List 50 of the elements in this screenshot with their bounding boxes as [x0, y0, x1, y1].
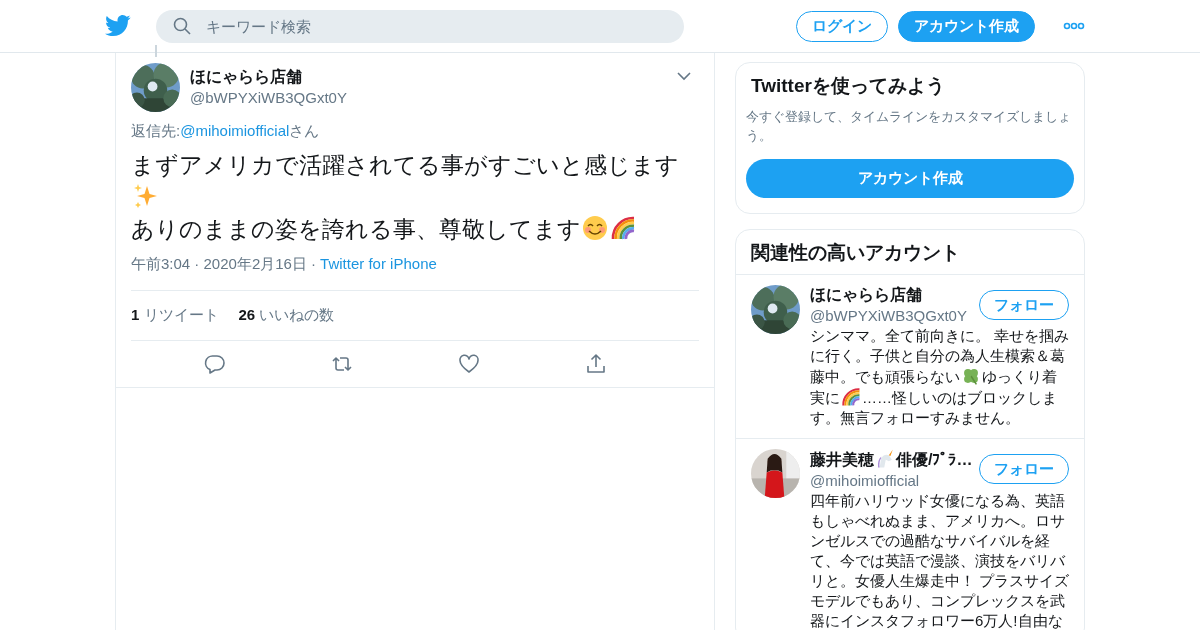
account-bio: 四年前ハリウッド女優になる為、英語: [810, 492, 1065, 509]
mention-link[interactable]: @mihoimiofficial: [180, 122, 290, 141]
clover-icon: [961, 366, 981, 386]
card-title: 関連性の高いアカウント: [736, 230, 1084, 275]
reply-label: 返信先:: [131, 122, 181, 141]
card-title: Twitterを使ってみよう: [750, 74, 946, 98]
signup-button[interactable]: アカウント作成: [898, 10, 1035, 42]
account-name: ほにゃらら店舗: [810, 286, 922, 303]
account-bio: 器にインスタフォロワー6万人!自由な: [810, 612, 1063, 629]
card-text: 今すぐ登録して、タイムラインをカスタマイズしましょう。: [746, 108, 1072, 145]
follow-button[interactable]: フォロー: [979, 290, 1069, 320]
account-name: 藤井美穂: [810, 451, 874, 468]
follow-button[interactable]: フォロー: [979, 454, 1069, 484]
account-bio: す。無言フォローすみません。: [810, 409, 1020, 426]
author-name[interactable]: ほにゃらら店舗: [190, 67, 347, 88]
account-name: 俳優/ﾌﾟﾗ…: [896, 451, 973, 468]
share-icon[interactable]: [584, 353, 607, 375]
account-bio: ……怪しいのはブロックしま: [862, 389, 1057, 406]
tweet-text: まずアメリカで活躍されてる事がすごいと感じます: [131, 152, 679, 178]
account-bio: 藤中。でも頑張らない: [810, 368, 960, 385]
reply-suffix: さん: [289, 122, 320, 141]
account-bio: に行く。子供と自分の為人生模索＆葛: [810, 347, 1065, 364]
search-field[interactable]: キーワード検索: [156, 9, 684, 43]
account-handle[interactable]: @mihoimiofficial: [810, 472, 979, 489]
account-handle[interactable]: @bWPYXiWB3QGxt0Y: [810, 307, 979, 324]
source-link[interactable]: Twitter for iPhone: [320, 255, 437, 274]
account-bio: リと。女優人生爆走中！ プラスサイズ: [810, 572, 1070, 589]
account-bio: 実に: [810, 389, 840, 406]
bird-logo-icon[interactable]: [105, 15, 131, 37]
tweet-text: ありのままの姿を誇れる事、尊敬してます: [131, 216, 581, 242]
signup-button[interactable]: アカウント作成: [746, 159, 1074, 198]
chevron-down-icon[interactable]: [677, 71, 691, 81]
account-bio: シンママ。全て前向きに。 幸せを掴み: [810, 327, 1070, 344]
smiling-face-icon: [582, 215, 608, 241]
account-bio: もしゃべれぬまま、アメリカへ。ロサ: [810, 512, 1065, 529]
account-bio: て、今では英語で漫談、演技をバリバ: [810, 552, 1065, 569]
account-bio: モデルでもあり、コンプレックスを武: [810, 592, 1065, 609]
retweet-count[interactable]: 1 リツイート: [131, 306, 219, 325]
like-count[interactable]: 26 いいねの数: [238, 306, 335, 325]
heart-icon[interactable]: [457, 353, 480, 375]
more-icon[interactable]: [1063, 22, 1085, 30]
reply-icon[interactable]: [203, 353, 226, 375]
rainbow-icon: [841, 387, 861, 407]
author-handle[interactable]: @bWPYXiWB3QGxt0Y: [190, 89, 347, 106]
login-button[interactable]: ログイン: [796, 10, 888, 42]
account-bio: ゆっくり着: [982, 368, 1057, 385]
unicorn-icon: [875, 449, 895, 469]
account-bio: ンゼルスでの過酷なサバイバルを経: [810, 532, 1050, 549]
rainbow-icon: [610, 215, 636, 241]
tweet-timestamp[interactable]: 午前3:04 · 2020年2月16日 ·: [131, 255, 317, 274]
